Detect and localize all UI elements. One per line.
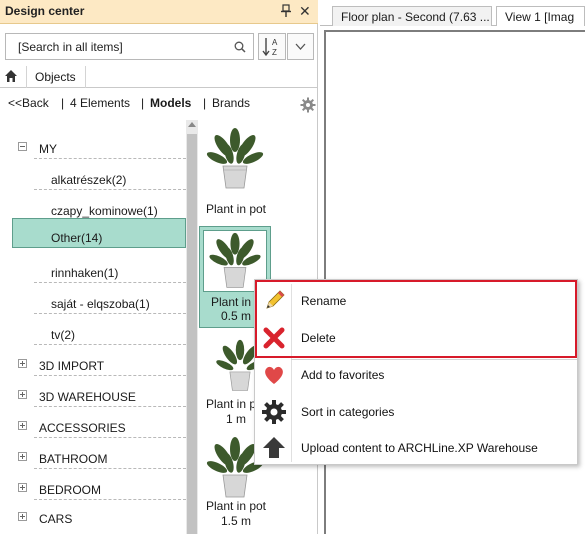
heart-icon: [265, 366, 283, 384]
context-menu: Rename Delete Add to favorites Sort in c…: [254, 279, 578, 465]
models-link[interactable]: Models: [150, 96, 191, 110]
search-input[interactable]: [18, 38, 228, 55]
thumbnail-name: Plant in pot: [205, 499, 267, 513]
tree-node-label: MY: [39, 142, 57, 156]
tree-item-label: saját - elqszoba(1): [51, 297, 150, 311]
expand-icon[interactable]: [18, 390, 27, 399]
expand-icon[interactable]: [18, 512, 27, 521]
back-link[interactable]: <<Back: [8, 96, 49, 110]
tree-item-label: Other(14): [51, 231, 103, 245]
sort-az-icon: A Z: [262, 38, 278, 57]
tree-item-sajat-elqszoba[interactable]: saját - elqszoba(1): [0, 289, 186, 319]
brands-link[interactable]: Brands: [212, 96, 250, 110]
expand-icon[interactable]: [18, 483, 27, 492]
gear-icon: [262, 400, 286, 424]
expand-icon[interactable]: [18, 421, 27, 430]
navigation-row: <<Back | 4 Elements | Models | Brands: [0, 94, 318, 114]
tab-label: Floor plan - Second (7.63 ...: [341, 10, 490, 24]
highlight-box: [255, 280, 577, 358]
tab-floor-plan[interactable]: Floor plan - Second (7.63 ...: [332, 6, 492, 26]
scroll-up-icon[interactable]: [188, 122, 196, 127]
menu-item-label: Upload content to ARCHLine.XP Warehouse: [301, 441, 538, 455]
panel-title: Design center: [5, 4, 85, 18]
menu-item-label: Add to favorites: [301, 368, 385, 382]
plant-pot-icon: [206, 128, 264, 189]
sort-az-button[interactable]: A Z: [258, 33, 286, 60]
tree-item-label: czapy_kominowe(1): [51, 204, 158, 218]
objects-tab-row: Objects: [0, 66, 318, 88]
nav-separator: |: [61, 96, 65, 110]
tree-item-alkatreszek[interactable]: alkatrészek(2): [0, 165, 186, 195]
tree-node-label: BEDROOM: [39, 483, 102, 497]
tree-item-label: alkatrészek(2): [51, 173, 127, 187]
pin-icon[interactable]: [280, 4, 292, 18]
tree-node-my[interactable]: MY: [0, 134, 186, 164]
sort-dropdown-button[interactable]: [287, 33, 314, 60]
menu-item-sort-in-categories[interactable]: Sort in categories: [255, 393, 577, 430]
elements-link[interactable]: 4 Elements: [70, 96, 130, 110]
tree-item-label: rinnhaken(1): [51, 266, 119, 280]
tree-node-bathroom[interactable]: BATHROOM: [0, 444, 186, 474]
close-icon[interactable]: ✕: [299, 2, 311, 20]
tree-item-rinnhaken[interactable]: rinnhaken(1): [0, 258, 186, 288]
menu-item-add-to-favorites[interactable]: Add to favorites: [255, 356, 577, 393]
tree-node-label: 3D WAREHOUSE: [39, 390, 136, 404]
thumbnail-size: 1.5 m: [220, 514, 251, 528]
menu-item-upload-warehouse[interactable]: Upload content to ARCHLine.XP Warehouse: [255, 429, 577, 466]
tree-node-3d-warehouse[interactable]: 3D WAREHOUSE: [0, 382, 186, 412]
thumbnail-item[interactable]: Plant in pot: [199, 126, 273, 220]
tree-item-other[interactable]: Other(14): [0, 217, 186, 248]
category-tree: MY alkatrészek(2) czapy_kominowe(1) Othe…: [0, 120, 186, 534]
nav-separator: |: [141, 96, 145, 110]
tab-label: View 1 [Imag: [505, 10, 575, 24]
home-icon[interactable]: [4, 69, 18, 83]
tab-objects-label: Objects: [35, 70, 76, 84]
thumbnail-name: Plant in pot: [205, 202, 267, 216]
tree-node-cars[interactable]: CARS: [0, 504, 186, 534]
panel-title-bar: Design center ✕: [0, 0, 318, 24]
expand-icon[interactable]: [18, 359, 27, 368]
search-field[interactable]: [5, 33, 254, 60]
tree-node-label: ACCESSORIES: [39, 421, 126, 435]
nav-separator: |: [203, 96, 207, 110]
settings-gear-icon[interactable]: [300, 97, 316, 113]
upload-icon: [263, 437, 285, 458]
search-icon[interactable]: [234, 41, 246, 53]
chevron-down-icon: [295, 43, 306, 50]
expand-icon[interactable]: [18, 452, 27, 461]
document-tab-strip: Floor plan - Second (7.63 ... View 1 [Im…: [320, 0, 585, 26]
svg-text:Z: Z: [272, 48, 277, 57]
tree-node-label: 3D IMPORT: [39, 359, 105, 373]
collapse-icon[interactable]: [18, 142, 27, 151]
tree-item-tv[interactable]: tv(2): [0, 320, 186, 350]
tree-node-label: CARS: [39, 512, 73, 526]
tree-node-bedroom[interactable]: BEDROOM: [0, 475, 186, 505]
tree-node-accessories[interactable]: ACCESSORIES: [0, 413, 186, 443]
tree-scrollbar-thumb[interactable]: [187, 134, 197, 534]
tab-objects[interactable]: Objects: [26, 66, 86, 88]
tab-view-1[interactable]: View 1 [Imag: [496, 6, 585, 26]
menu-item-label: Sort in categories: [301, 405, 395, 419]
tree-item-label: tv(2): [51, 328, 75, 342]
tree-node-3d-import[interactable]: 3D IMPORT: [0, 351, 186, 381]
tree-node-label: BATHROOM: [39, 452, 108, 466]
svg-text:A: A: [272, 38, 278, 47]
